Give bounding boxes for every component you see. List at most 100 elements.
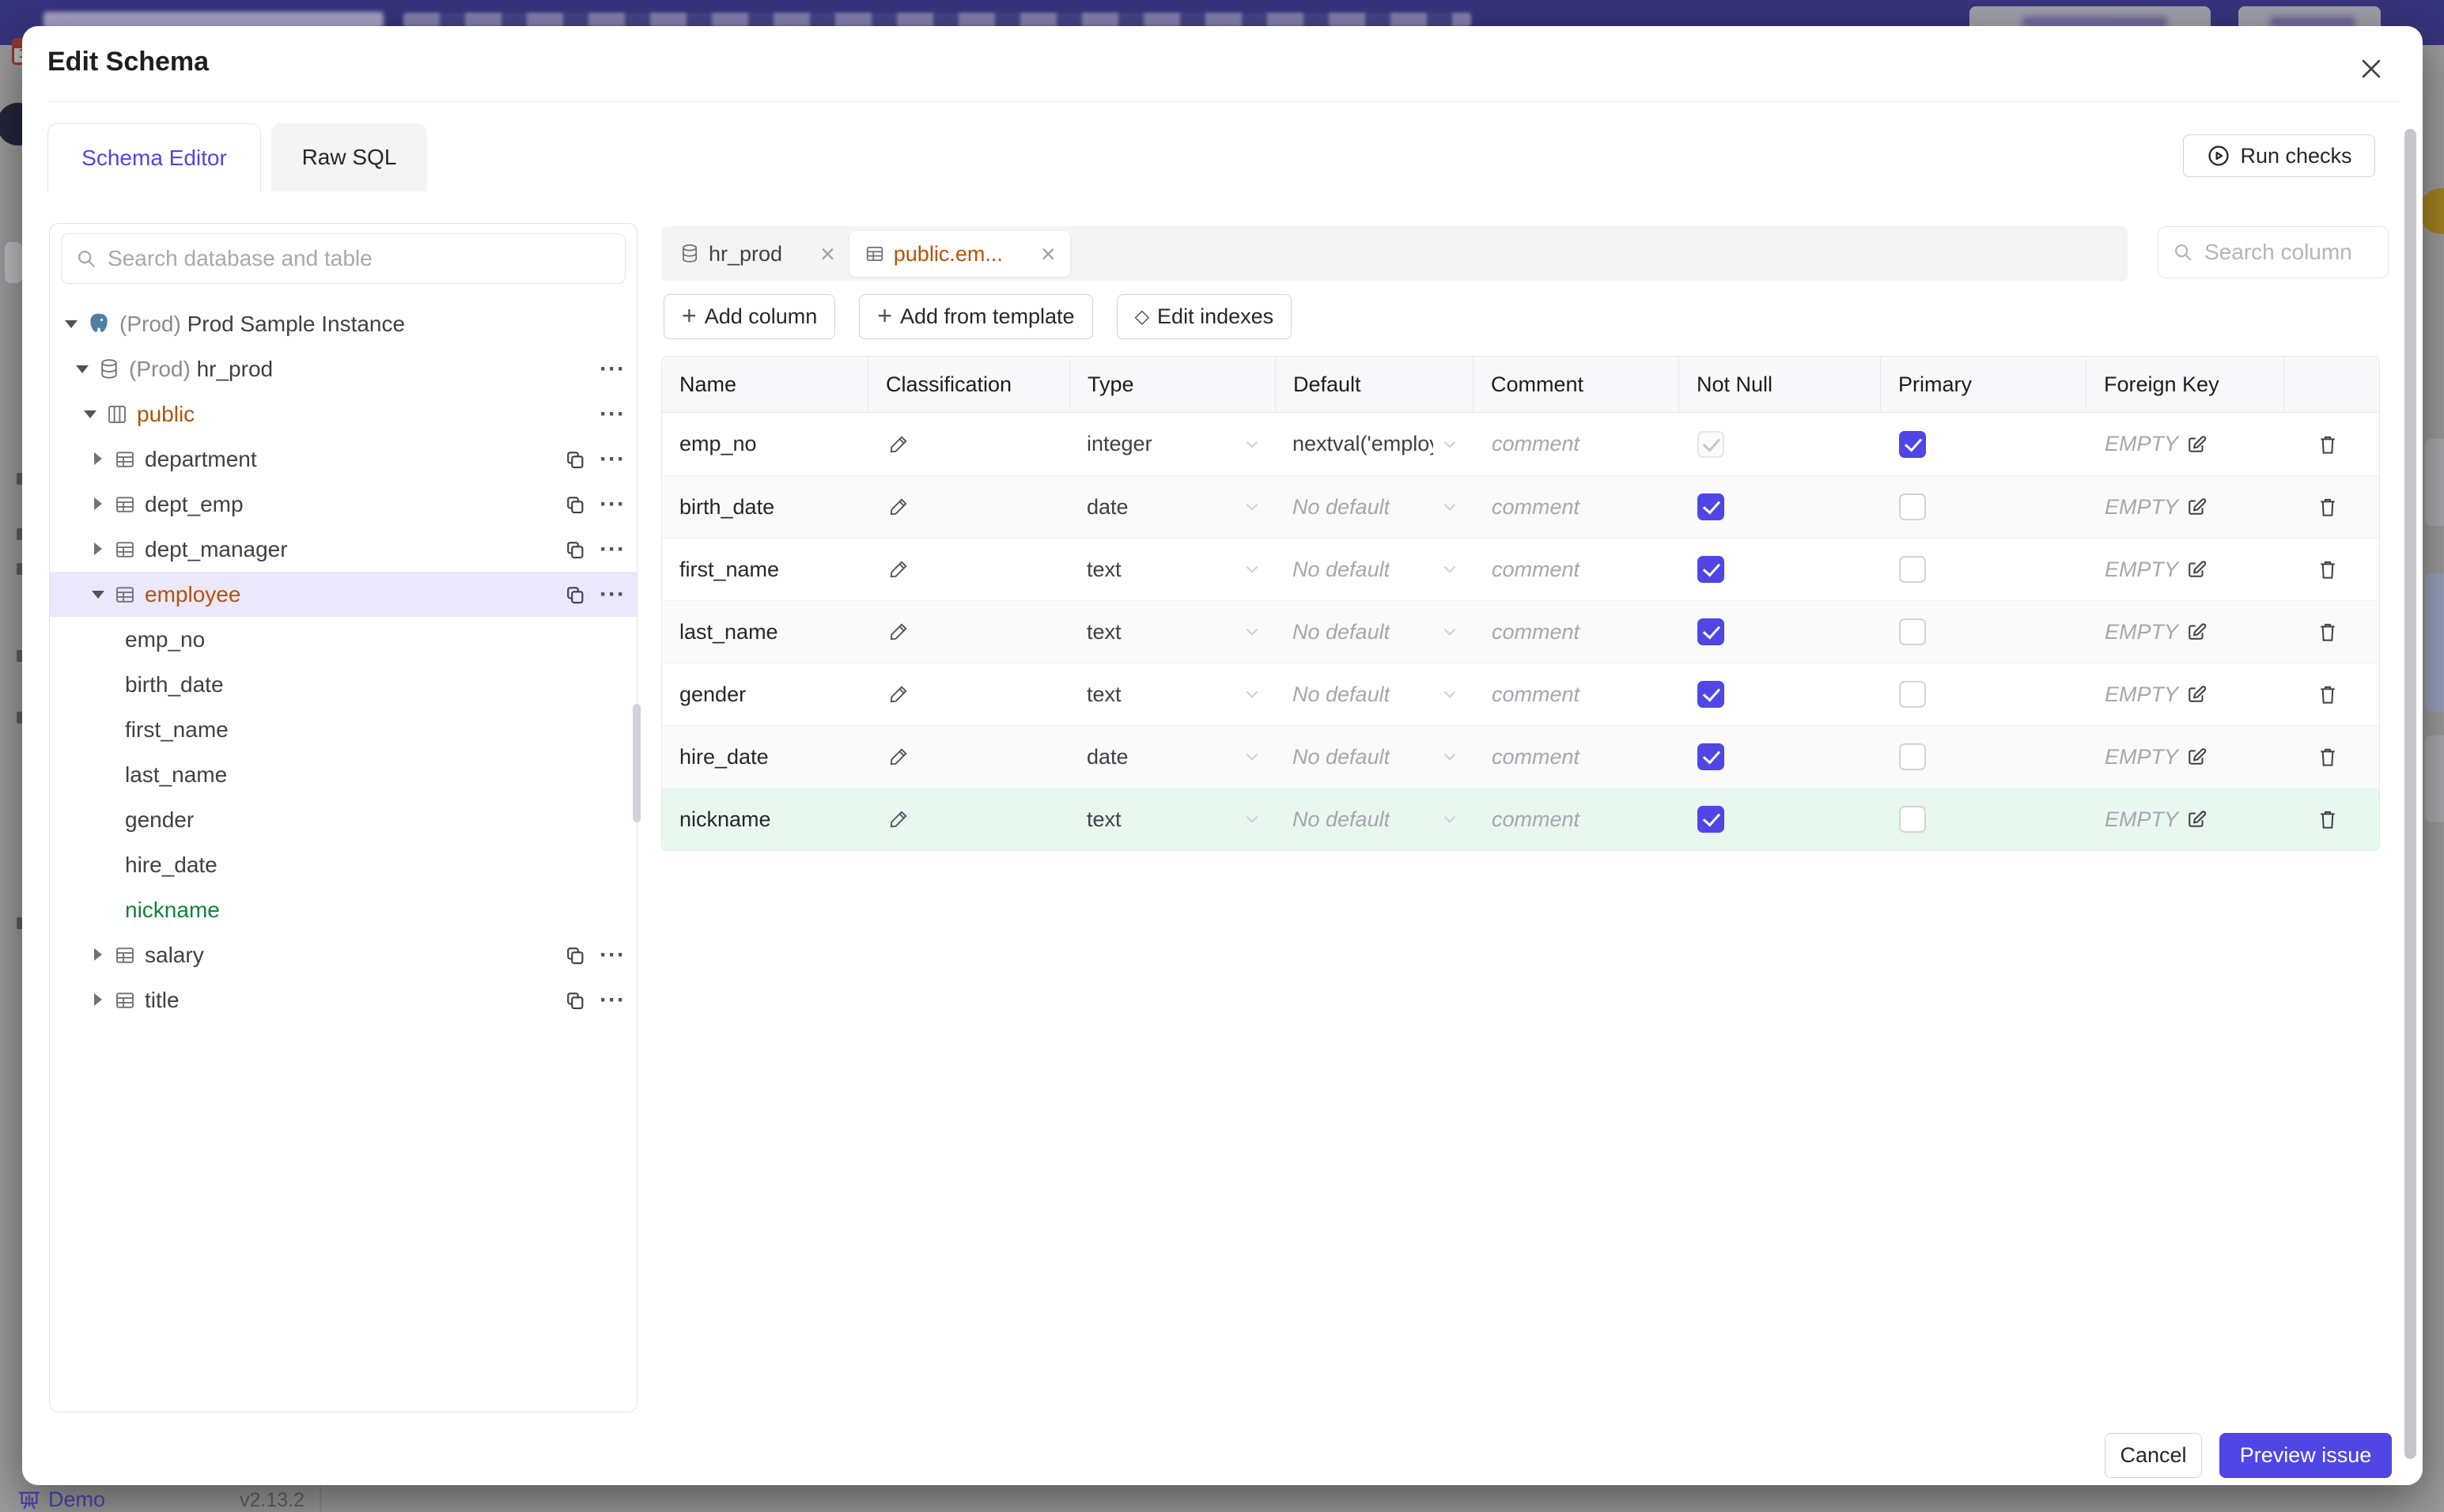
- tab-schema-editor[interactable]: Schema Editor: [47, 123, 261, 191]
- delete-icon[interactable]: [2315, 744, 2340, 769]
- chevron-right-icon[interactable]: [88, 945, 108, 966]
- more-icon[interactable]: ···: [600, 582, 626, 607]
- foreign-key-cell[interactable]: EMPTY: [2086, 495, 2283, 520]
- close-tab-icon[interactable]: ×: [820, 240, 835, 269]
- chevron-down-icon[interactable]: [88, 584, 108, 605]
- add-column-button[interactable]: + Add column: [664, 294, 836, 339]
- type-select[interactable]: text: [1069, 682, 1275, 707]
- classification-cell[interactable]: [868, 745, 1069, 769]
- primary-checkbox[interactable]: [1899, 681, 1926, 708]
- chevron-right-icon[interactable]: [88, 990, 108, 1011]
- more-icon[interactable]: ···: [600, 357, 626, 381]
- comment-input[interactable]: comment: [1473, 495, 1678, 520]
- editor-tab-public-employee[interactable]: public.em... ×: [849, 231, 1070, 277]
- foreign-key-cell[interactable]: EMPTY: [2086, 807, 2283, 832]
- copy-icon[interactable]: [563, 988, 587, 1012]
- more-icon[interactable]: ···: [600, 402, 626, 426]
- column-search-input[interactable]: [2204, 240, 2375, 265]
- column-name[interactable]: last_name: [662, 620, 868, 644]
- delete-icon[interactable]: [2315, 557, 2340, 582]
- panel-resize-handle[interactable]: [633, 704, 641, 822]
- more-icon[interactable]: ···: [600, 447, 626, 471]
- default-select[interactable]: No default: [1275, 495, 1473, 520]
- comment-input[interactable]: comment: [1473, 745, 1678, 769]
- copy-icon[interactable]: [563, 943, 587, 967]
- foreign-key-cell[interactable]: EMPTY: [2086, 558, 2283, 582]
- comment-input[interactable]: comment: [1473, 682, 1678, 707]
- column-name[interactable]: emp_no: [662, 432, 868, 456]
- tree-column-emp-no[interactable]: emp_no: [50, 617, 637, 662]
- tree-item-dept-emp[interactable]: dept_emp ···: [50, 482, 637, 527]
- chevron-right-icon[interactable]: [88, 539, 108, 560]
- edit-indexes-button[interactable]: ◇ Edit indexes: [1116, 294, 1292, 339]
- tree-item-title[interactable]: title ···: [50, 977, 637, 1022]
- add-from-template-button[interactable]: + Add from template: [859, 294, 1093, 339]
- column-name[interactable]: first_name: [662, 558, 868, 582]
- copy-icon[interactable]: [563, 538, 587, 561]
- primary-checkbox[interactable]: [1899, 743, 1926, 770]
- not-null-checkbox[interactable]: [1697, 493, 1724, 520]
- not-null-checkbox[interactable]: [1697, 618, 1724, 645]
- not-null-checkbox[interactable]: [1697, 743, 1724, 770]
- editor-tab-hr-prod[interactable]: hr_prod ×: [664, 229, 849, 278]
- delete-icon[interactable]: [2315, 494, 2340, 520]
- copy-icon[interactable]: [563, 448, 587, 471]
- not-null-checkbox[interactable]: [1697, 556, 1724, 583]
- default-select[interactable]: No default: [1275, 682, 1473, 707]
- classification-cell[interactable]: [868, 620, 1069, 644]
- tree-item-employee[interactable]: employee ···: [50, 572, 637, 617]
- tree-column-first-name[interactable]: first_name: [50, 707, 637, 752]
- chevron-right-icon[interactable]: [88, 449, 108, 470]
- default-select[interactable]: No default: [1275, 558, 1473, 582]
- column-name[interactable]: gender: [662, 682, 868, 707]
- tree-item-public[interactable]: public ···: [50, 391, 637, 437]
- column-name[interactable]: birth_date: [662, 495, 868, 520]
- tree-column-birth-date[interactable]: birth_date: [50, 662, 637, 707]
- comment-input[interactable]: comment: [1473, 432, 1678, 456]
- comment-input[interactable]: comment: [1473, 807, 1678, 832]
- type-select[interactable]: date: [1069, 495, 1275, 520]
- tree-item-salary[interactable]: salary ···: [50, 932, 637, 977]
- chevron-right-icon[interactable]: [88, 494, 108, 515]
- preview-issue-button[interactable]: Preview issue: [2219, 1433, 2392, 1478]
- close-icon[interactable]: [2351, 48, 2392, 89]
- default-select[interactable]: No default: [1275, 620, 1473, 644]
- foreign-key-cell[interactable]: EMPTY: [2086, 745, 2283, 769]
- more-icon[interactable]: ···: [600, 492, 626, 516]
- delete-icon[interactable]: [2315, 432, 2340, 457]
- foreign-key-cell[interactable]: EMPTY: [2086, 432, 2283, 456]
- chevron-down-icon[interactable]: [72, 359, 93, 380]
- delete-icon[interactable]: [2315, 807, 2340, 832]
- default-select[interactable]: No default: [1275, 745, 1473, 769]
- foreign-key-cell[interactable]: EMPTY: [2086, 620, 2283, 644]
- tree-item-department[interactable]: department ···: [50, 437, 637, 482]
- more-icon[interactable]: ···: [600, 988, 626, 1012]
- tree-item-instance[interactable]: (Prod) Prod Sample Instance: [50, 301, 637, 346]
- cancel-button[interactable]: Cancel: [2105, 1433, 2202, 1478]
- not-null-checkbox[interactable]: [1697, 806, 1724, 833]
- copy-icon[interactable]: [563, 493, 587, 516]
- column-name[interactable]: hire_date: [662, 745, 868, 769]
- type-select[interactable]: integer: [1069, 432, 1275, 456]
- primary-checkbox[interactable]: [1899, 556, 1926, 583]
- type-select[interactable]: text: [1069, 558, 1275, 582]
- classification-cell[interactable]: [868, 495, 1069, 519]
- primary-checkbox[interactable]: [1899, 806, 1926, 833]
- delete-icon[interactable]: [2315, 682, 2340, 707]
- foreign-key-cell[interactable]: EMPTY: [2086, 682, 2283, 707]
- more-icon[interactable]: ···: [600, 537, 626, 561]
- default-select[interactable]: No default: [1275, 807, 1473, 832]
- tree-column-nickname[interactable]: nickname: [50, 887, 637, 932]
- comment-input[interactable]: comment: [1473, 620, 1678, 644]
- not-null-checkbox[interactable]: [1697, 681, 1724, 708]
- tree-item-hr-prod[interactable]: (Prod) hr_prod ···: [50, 346, 637, 391]
- tree-search-input[interactable]: [108, 246, 612, 271]
- run-checks-button[interactable]: Run checks: [2183, 134, 2375, 177]
- classification-cell[interactable]: [868, 807, 1069, 831]
- copy-icon[interactable]: [563, 583, 587, 607]
- tree-column-last-name[interactable]: last_name: [50, 752, 637, 797]
- chevron-down-icon[interactable]: [61, 314, 81, 335]
- modal-scrollbar[interactable]: [2404, 129, 2416, 1459]
- tree-item-dept-manager[interactable]: dept_manager ···: [50, 527, 637, 572]
- tree-column-hire-date[interactable]: hire_date: [50, 842, 637, 887]
